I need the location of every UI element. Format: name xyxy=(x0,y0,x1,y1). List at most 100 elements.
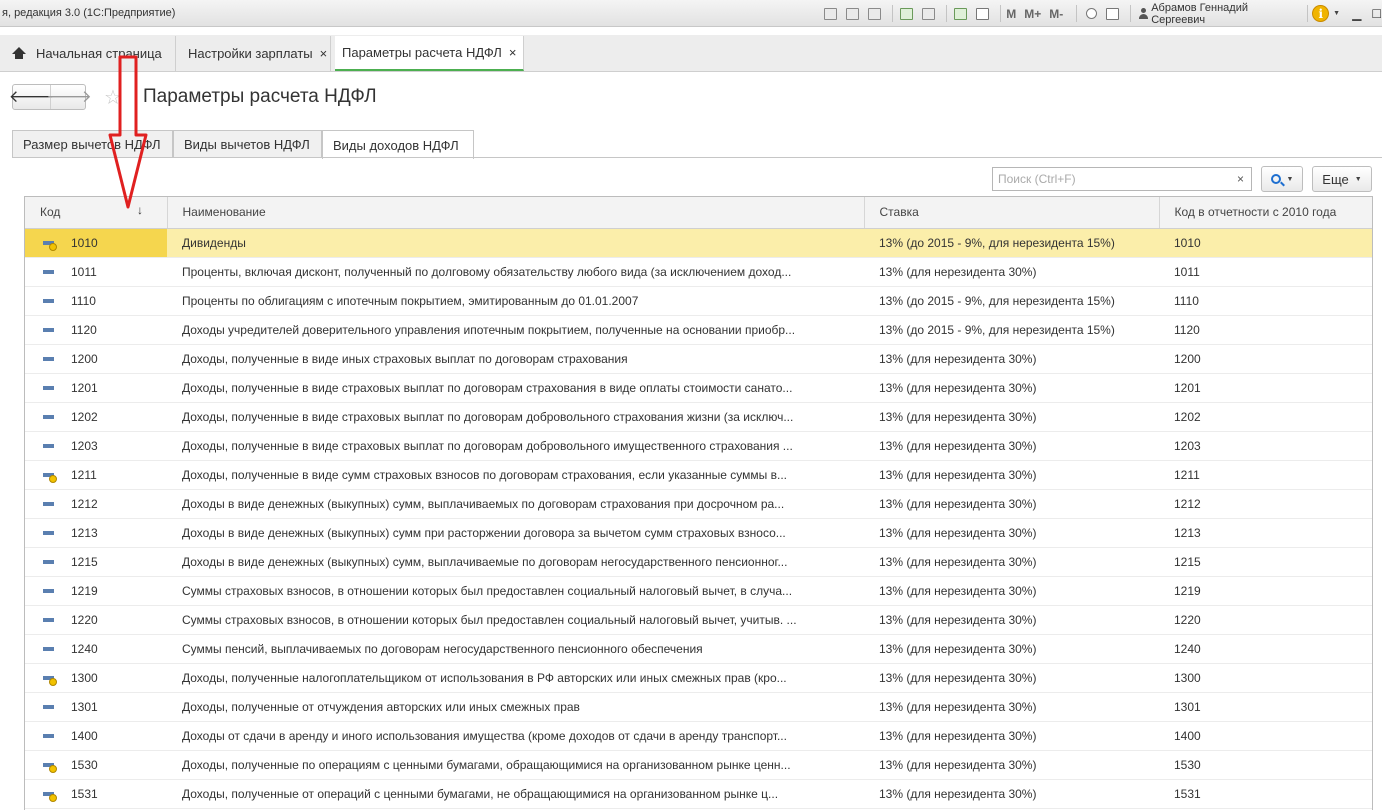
table-row[interactable]: 1213 Доходы в виде денежных (выкупных) су… xyxy=(25,518,1372,548)
table-row[interactable]: 1240 Суммы пенсий, выплачиваемых по догов… xyxy=(25,634,1372,664)
cell-code[interactable]: 1220 xyxy=(25,605,167,635)
cell-name[interactable]: Доходы, полученные в виде страховых выпл… xyxy=(167,431,864,461)
cell-code[interactable]: 1219 xyxy=(25,576,167,606)
back-button[interactable]: 🡐 xyxy=(9,85,55,109)
cell-rate[interactable]: 13% (для нерезидента 30%) xyxy=(864,431,1159,461)
cell-name[interactable]: Доходы, полученные от отчуждения авторск… xyxy=(167,692,864,722)
chevron-down-icon[interactable]: ▼ xyxy=(1333,10,1340,17)
table-row[interactable]: 1400 Доходы от сдачи в аренду и иного исп… xyxy=(25,721,1372,751)
memory-minus-button[interactable]: M- xyxy=(1049,7,1063,21)
user-menu[interactable]: Абрамов Геннадий Сергеевич xyxy=(1139,2,1301,26)
cell-code[interactable]: 1212 xyxy=(25,489,167,519)
cell-rate[interactable]: 13% (для нерезидента 30%) xyxy=(864,750,1159,780)
tab-home[interactable]: Начальная страница xyxy=(0,36,176,71)
history-icon[interactable] xyxy=(919,5,937,23)
table-row[interactable]: 1120 Доходы учредителей доверительного уп… xyxy=(25,315,1372,345)
table-row[interactable]: 1200 Доходы, полученные в виде иных страх… xyxy=(25,344,1372,374)
cell-report-code[interactable]: 1010 xyxy=(1159,228,1372,258)
clear-search-button[interactable]: × xyxy=(1230,167,1252,191)
cell-report-code[interactable]: 1301 xyxy=(1159,692,1372,722)
cell-code[interactable]: 1400 xyxy=(25,721,167,751)
calculator-icon[interactable] xyxy=(952,5,970,23)
table-row[interactable]: 1201 Доходы, полученные в виде страховых … xyxy=(25,373,1372,403)
cell-code[interactable]: 1010 xyxy=(25,228,167,258)
cell-report-code[interactable]: 1240 xyxy=(1159,634,1372,664)
cell-code[interactable]: 1530 xyxy=(25,750,167,780)
close-icon[interactable]: × xyxy=(509,45,517,60)
cell-report-code[interactable]: 1530 xyxy=(1159,750,1372,780)
maximize-button[interactable]: ☐ xyxy=(1371,7,1382,21)
cell-report-code[interactable]: 1215 xyxy=(1159,547,1372,577)
cell-code[interactable]: 1201 xyxy=(25,373,167,403)
cell-rate[interactable]: 13% (для нерезидента 30%) xyxy=(864,257,1159,287)
cell-rate[interactable]: 13% (для нерезидента 30%) xyxy=(864,634,1159,664)
cell-rate[interactable]: 13% (для нерезидента 30%) xyxy=(864,663,1159,693)
cell-rate[interactable]: 13% (для нерезидента 30%) xyxy=(864,373,1159,403)
table-row[interactable]: 1010 Дивиденды 13% (до 2015 - 9%, для нере… xyxy=(25,228,1372,258)
cell-code[interactable]: 1011 xyxy=(25,257,167,287)
cell-rate[interactable]: 13% (для нерезидента 30%) xyxy=(864,721,1159,751)
search-input[interactable]: Поиск (Ctrl+F) xyxy=(992,167,1231,191)
cell-code[interactable]: 1120 xyxy=(25,315,167,345)
zoom-icon[interactable] xyxy=(1082,5,1100,23)
cell-name[interactable]: Проценты по облигациям с ипотечным покры… xyxy=(167,286,864,316)
column-header-report-code[interactable]: Код в отчетности с 2010 года xyxy=(1158,197,1372,229)
cell-code[interactable]: 1240 xyxy=(25,634,167,664)
cell-code[interactable]: 1213 xyxy=(25,518,167,548)
cell-code[interactable]: 1215 xyxy=(25,547,167,577)
cell-rate[interactable]: 13% (для нерезидента 30%) xyxy=(864,547,1159,577)
cell-name[interactable]: Доходы, полученные по операциям с ценным… xyxy=(167,750,864,780)
cell-name[interactable]: Доходы в виде денежных (выкупных) сумм п… xyxy=(167,518,864,548)
cell-rate[interactable]: 13% (для нерезидента 30%) xyxy=(864,692,1159,722)
memory-button[interactable]: M xyxy=(1006,7,1016,21)
cell-name[interactable]: Доходы, полученные налогоплательщиком от… xyxy=(167,663,864,693)
cell-report-code[interactable]: 1213 xyxy=(1159,518,1372,548)
column-header-rate[interactable]: Ставка xyxy=(863,197,1159,229)
table-row[interactable]: 1220 Суммы страховых взносов, в отношении… xyxy=(25,605,1372,635)
cell-rate[interactable]: 13% (для нерезидента 30%) xyxy=(864,460,1159,490)
preview-icon[interactable] xyxy=(865,5,883,23)
tab-payroll-settings[interactable]: Настройки зарплаты × xyxy=(176,36,331,71)
print-icon[interactable] xyxy=(844,5,862,23)
tab-deduction-size[interactable]: Размер вычетов НДФЛ xyxy=(12,130,173,158)
cell-report-code[interactable]: 1200 xyxy=(1159,344,1372,374)
cell-name[interactable]: Доходы в виде денежных (выкупных) сумм, … xyxy=(167,489,864,519)
info-icon[interactable]: i xyxy=(1312,5,1330,22)
table-row[interactable]: 1211 Доходы, полученные в виде сумм страх… xyxy=(25,460,1372,490)
cell-name[interactable]: Доходы в виде денежных (выкупных) сумм, … xyxy=(167,547,864,577)
cell-report-code[interactable]: 1011 xyxy=(1159,257,1372,287)
cell-report-code[interactable]: 1211 xyxy=(1159,460,1372,490)
more-button[interactable]: Еще ▼ xyxy=(1312,166,1372,192)
cell-report-code[interactable]: 1400 xyxy=(1159,721,1372,751)
cell-report-code[interactable]: 1219 xyxy=(1159,576,1372,606)
cell-name[interactable]: Доходы, полученные в виде страховых выпл… xyxy=(167,373,864,403)
cell-report-code[interactable]: 1203 xyxy=(1159,431,1372,461)
table-row[interactable]: 1531 Доходы, полученные от операций с цен… xyxy=(25,779,1372,809)
cell-rate[interactable]: 13% (до 2015 - 9%, для нерезидента 15%) xyxy=(864,315,1159,345)
close-icon[interactable]: × xyxy=(320,46,328,61)
cell-code[interactable]: 1300 xyxy=(25,663,167,693)
cell-name[interactable]: Доходы, полученные от операций с ценными… xyxy=(167,779,864,809)
cell-name[interactable]: Доходы, полученные в виде иных страховых… xyxy=(167,344,864,374)
cell-rate[interactable]: 13% (для нерезидента 30%) xyxy=(864,576,1159,606)
cell-report-code[interactable]: 1120 xyxy=(1159,315,1372,345)
cell-code[interactable]: 1203 xyxy=(25,431,167,461)
cell-report-code[interactable]: 1201 xyxy=(1159,373,1372,403)
table-row[interactable]: 1011 Проценты, включая дисконт, полученны… xyxy=(25,257,1372,287)
calendar-icon[interactable] xyxy=(974,5,992,23)
cell-code[interactable]: 1110 xyxy=(25,286,167,316)
table-row[interactable]: 1219 Суммы страховых взносов, в отношении… xyxy=(25,576,1372,606)
cell-name[interactable]: Суммы страховых взносов, в отношении кот… xyxy=(167,576,864,606)
cell-report-code[interactable]: 1300 xyxy=(1159,663,1372,693)
cell-code[interactable]: 1202 xyxy=(25,402,167,432)
cell-report-code[interactable]: 1220 xyxy=(1159,605,1372,635)
cell-report-code[interactable]: 1110 xyxy=(1159,286,1372,316)
table-row[interactable]: 1530 Доходы, полученные по операциям с це… xyxy=(25,750,1372,780)
table-row[interactable]: 1203 Доходы, полученные в виде страховых … xyxy=(25,431,1372,461)
table-row[interactable]: 1300 Доходы, полученные налогоплательщико… xyxy=(25,663,1372,693)
cell-rate[interactable]: 13% (до 2015 - 9%, для нерезидента 15%) xyxy=(864,286,1159,316)
panels-icon[interactable] xyxy=(1104,5,1122,23)
tab-ndfl-params[interactable]: Параметры расчета НДФЛ × xyxy=(335,36,524,71)
cell-rate[interactable]: 13% (для нерезидента 30%) xyxy=(864,605,1159,635)
cell-name[interactable]: Дивиденды xyxy=(167,228,864,258)
